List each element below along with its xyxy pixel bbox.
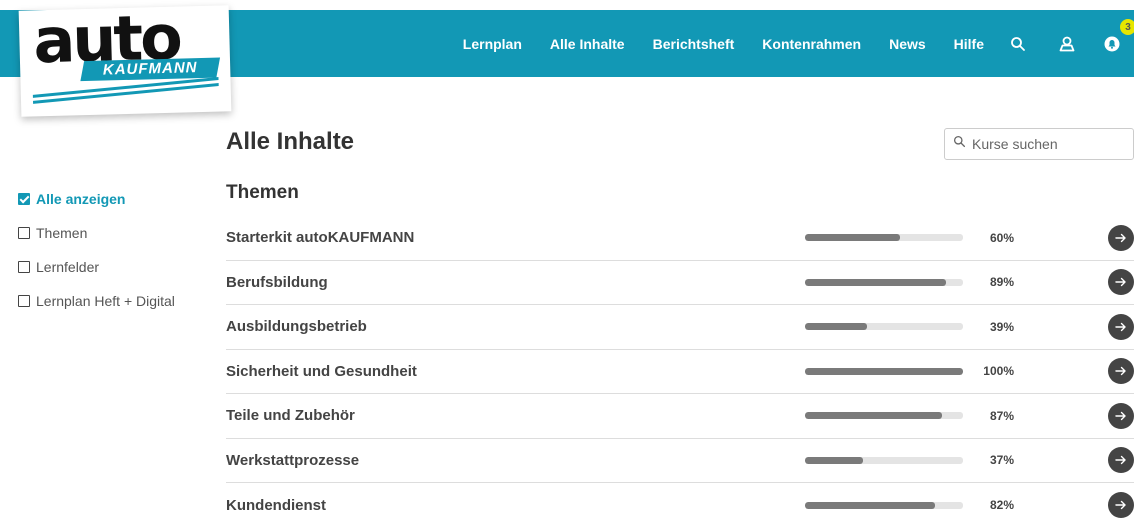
course-title: Kundendienst — [226, 496, 326, 514]
checkbox-checked-icon — [18, 193, 30, 205]
arrow-right-icon[interactable] — [1108, 447, 1134, 474]
progress-fill — [805, 456, 864, 464]
arrow-right-icon[interactable] — [1108, 358, 1134, 385]
course-row[interactable]: Sicherheit und Gesundheit 100% — [226, 350, 1134, 394]
arrow-right-icon[interactable] — [1108, 492, 1134, 519]
course-title: Berufsbildung — [226, 273, 328, 291]
filter-alle-anzeigen[interactable]: Alle anzeigen — [18, 182, 175, 216]
filter-sidebar: Alle anzeigen Themen Lernfelder Lernplan… — [18, 182, 175, 318]
progress-fill — [805, 234, 900, 242]
course-title: Ausbildungsbetrieb — [226, 318, 367, 336]
filter-label: Alle anzeigen — [36, 191, 126, 207]
arrow-right-icon[interactable] — [1108, 269, 1134, 296]
progress-fill — [805, 501, 935, 509]
arrow-right-icon[interactable] — [1108, 402, 1134, 429]
progress-bar — [805, 323, 963, 331]
search-icon — [953, 135, 966, 153]
checkbox-icon — [18, 227, 30, 239]
filter-lernfelder[interactable]: Lernfelder — [18, 250, 175, 284]
filter-label: Themen — [36, 225, 88, 241]
course-title: Teile und Zubehör — [226, 407, 355, 425]
progress-percent: 100% — [983, 364, 1014, 379]
filter-lernplan-heft-digital[interactable]: Lernplan Heft + Digital — [18, 284, 175, 318]
course-row[interactable]: Werkstattprozesse 37% — [226, 439, 1134, 483]
logo[interactable]: auto KAUFMANN — [18, 1, 232, 117]
arrow-right-icon[interactable] — [1108, 313, 1134, 340]
nav-hilfe[interactable]: Hilfe — [954, 36, 984, 52]
course-row[interactable]: Teile und Zubehör 87% — [226, 394, 1134, 439]
notification-badge: 3 — [1120, 19, 1134, 35]
nav-berichtsheft[interactable]: Berichtsheft — [653, 36, 735, 52]
page-title: Alle Inhalte — [226, 128, 355, 155]
main-nav: Lernplan Alle Inhalte Berichtsheft Konte… — [463, 10, 984, 77]
progress-fill — [805, 367, 963, 375]
progress-percent: 87% — [989, 408, 1014, 423]
user-icon[interactable] — [1058, 10, 1076, 77]
progress-percent: 37% — [989, 453, 1014, 468]
progress-fill — [805, 278, 946, 286]
progress-bar — [805, 412, 963, 420]
course-row[interactable]: Ausbildungsbetrieb 39% — [226, 305, 1134, 350]
notification-icon[interactable] — [1103, 10, 1121, 77]
checkbox-icon — [18, 261, 30, 273]
logo-subword: KAUFMANN — [102, 59, 198, 79]
nav-kontenrahmen[interactable]: Kontenrahmen — [762, 36, 861, 52]
progress-bar — [805, 501, 963, 509]
progress-bar — [805, 367, 963, 375]
course-row[interactable]: Starterkit autoKAUFMANN 60% — [226, 216, 1134, 261]
progress-fill — [805, 412, 943, 420]
progress-bar — [805, 278, 963, 286]
search-icon[interactable] — [1010, 10, 1026, 77]
filter-label: Lernfelder — [36, 259, 100, 275]
course-row[interactable]: Kundendienst 82% — [226, 483, 1134, 526]
progress-bar — [805, 234, 963, 242]
progress-percent: 60% — [989, 230, 1014, 245]
search-input[interactable] — [972, 136, 1122, 152]
progress-percent: 39% — [989, 319, 1014, 334]
arrow-right-icon[interactable] — [1108, 224, 1134, 251]
checkbox-icon — [18, 295, 30, 307]
nav-lernplan[interactable]: Lernplan — [463, 36, 522, 52]
course-title: Werkstattprozesse — [226, 451, 360, 469]
section-heading: Themen — [226, 182, 299, 203]
course-row[interactable]: Berufsbildung 89% — [226, 261, 1134, 305]
filter-label: Lernplan Heft + Digital — [36, 293, 175, 309]
course-title: Starterkit autoKAUFMANN — [226, 229, 415, 247]
course-list: Starterkit autoKAUFMANN 60% Berufsbildung 8… — [226, 216, 1134, 526]
progress-fill — [805, 323, 867, 331]
nav-alle-inhalte[interactable]: Alle Inhalte — [550, 36, 625, 52]
progress-bar — [805, 456, 963, 464]
course-title: Sicherheit und Gesundheit — [226, 362, 417, 380]
progress-percent: 89% — [989, 275, 1014, 290]
filter-themen[interactable]: Themen — [18, 216, 175, 250]
progress-percent: 82% — [989, 498, 1014, 513]
course-search[interactable] — [944, 128, 1134, 160]
nav-news[interactable]: News — [889, 36, 926, 52]
